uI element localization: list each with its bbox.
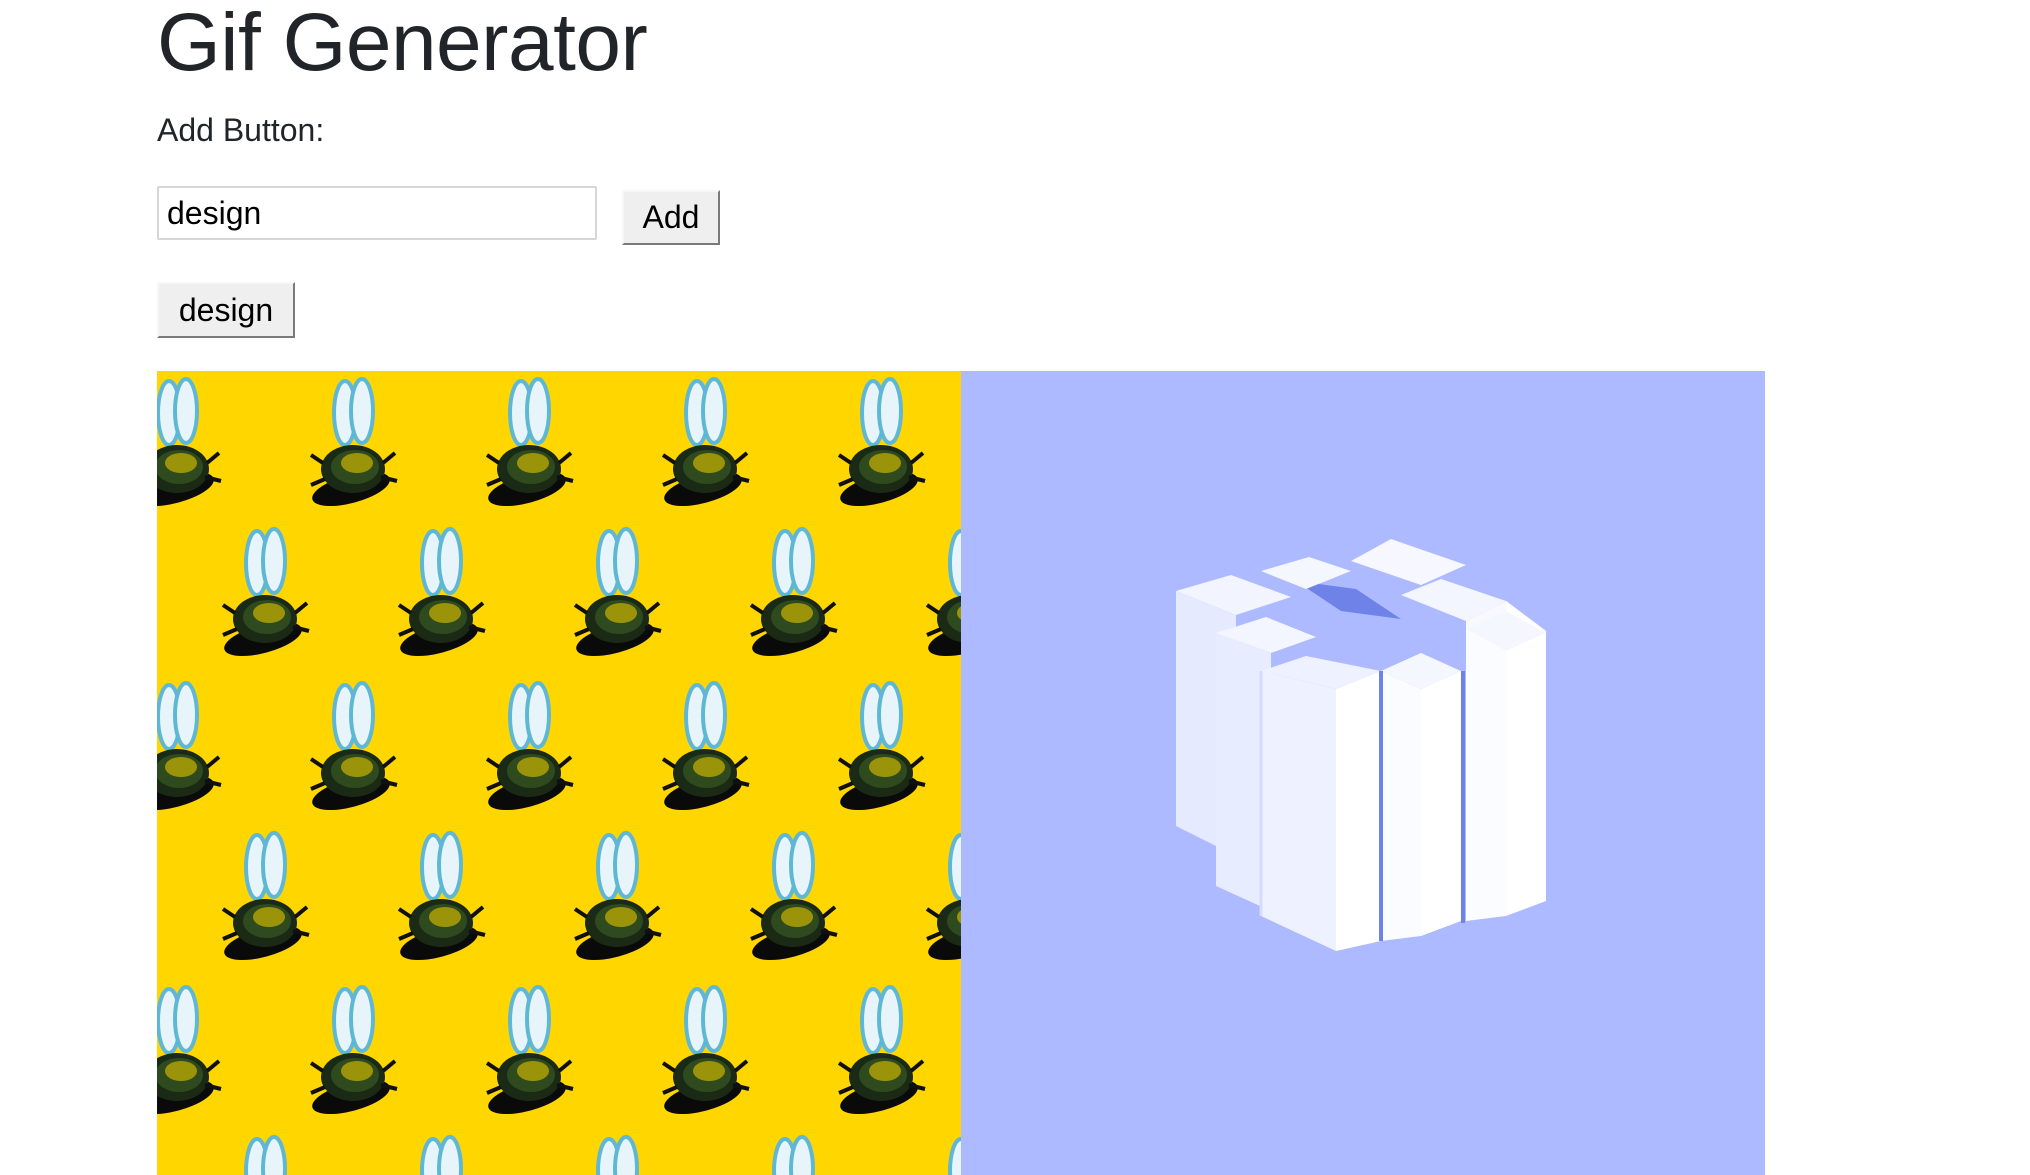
topic-input[interactable] [157, 186, 597, 240]
topic-button-design[interactable]: design [157, 282, 295, 338]
cube-blocks [1176, 539, 1546, 951]
add-button-label: Add Button: [157, 112, 325, 148]
gif-image-bees[interactable] [157, 371, 961, 1175]
page-title: Gif Generator [157, 0, 648, 88]
page: Gif Generator Add Button: Add design [0, 0, 2030, 1175]
add-button[interactable]: Add [622, 190, 720, 245]
cube-image [961, 371, 1765, 1175]
bee-pattern-image [157, 371, 961, 1175]
gif-image-cube[interactable] [961, 371, 1765, 1175]
